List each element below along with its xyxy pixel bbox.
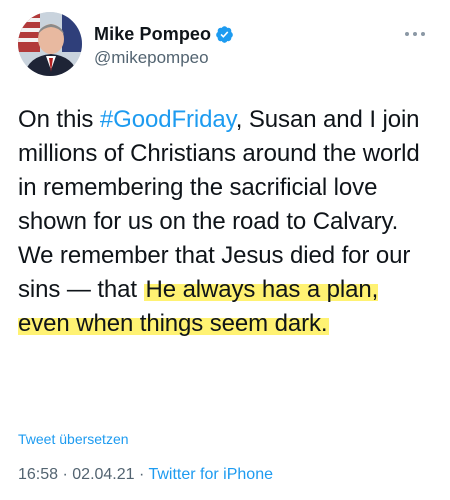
author-names: Mike Pompeo @mikepompeo (94, 24, 234, 68)
tweet-text-segment: , Susan and I join millions of Christian… (18, 106, 420, 303)
avatar-photo (18, 12, 82, 76)
tweet-source-link[interactable]: Twitter for iPhone (148, 466, 273, 483)
tweet-time[interactable]: 16:58 (18, 466, 58, 483)
handle[interactable]: @mikepompeo (94, 48, 234, 68)
tweet-text-segment: On this (18, 106, 100, 133)
meta-separator: · (134, 466, 149, 483)
avatar[interactable] (18, 12, 82, 76)
hashtag-link[interactable]: #GoodFriday (100, 106, 236, 133)
translate-tweet-link[interactable]: Tweet übersetzen (18, 431, 129, 447)
tweet-text: On this #GoodFriday, Susan and I join mi… (18, 103, 434, 341)
tweet-date[interactable]: 02.04.21 (72, 466, 134, 483)
tweet-metadata: 16:58 · 02.04.21 · Twitter for iPhone (18, 466, 273, 484)
meta-separator: · (58, 466, 73, 483)
display-name[interactable]: Mike Pompeo (94, 24, 211, 45)
more-horizontal-icon[interactable] (404, 26, 426, 36)
tweet-header: Mike Pompeo @mikepompeo (18, 12, 432, 82)
verified-badge-icon (215, 25, 234, 44)
